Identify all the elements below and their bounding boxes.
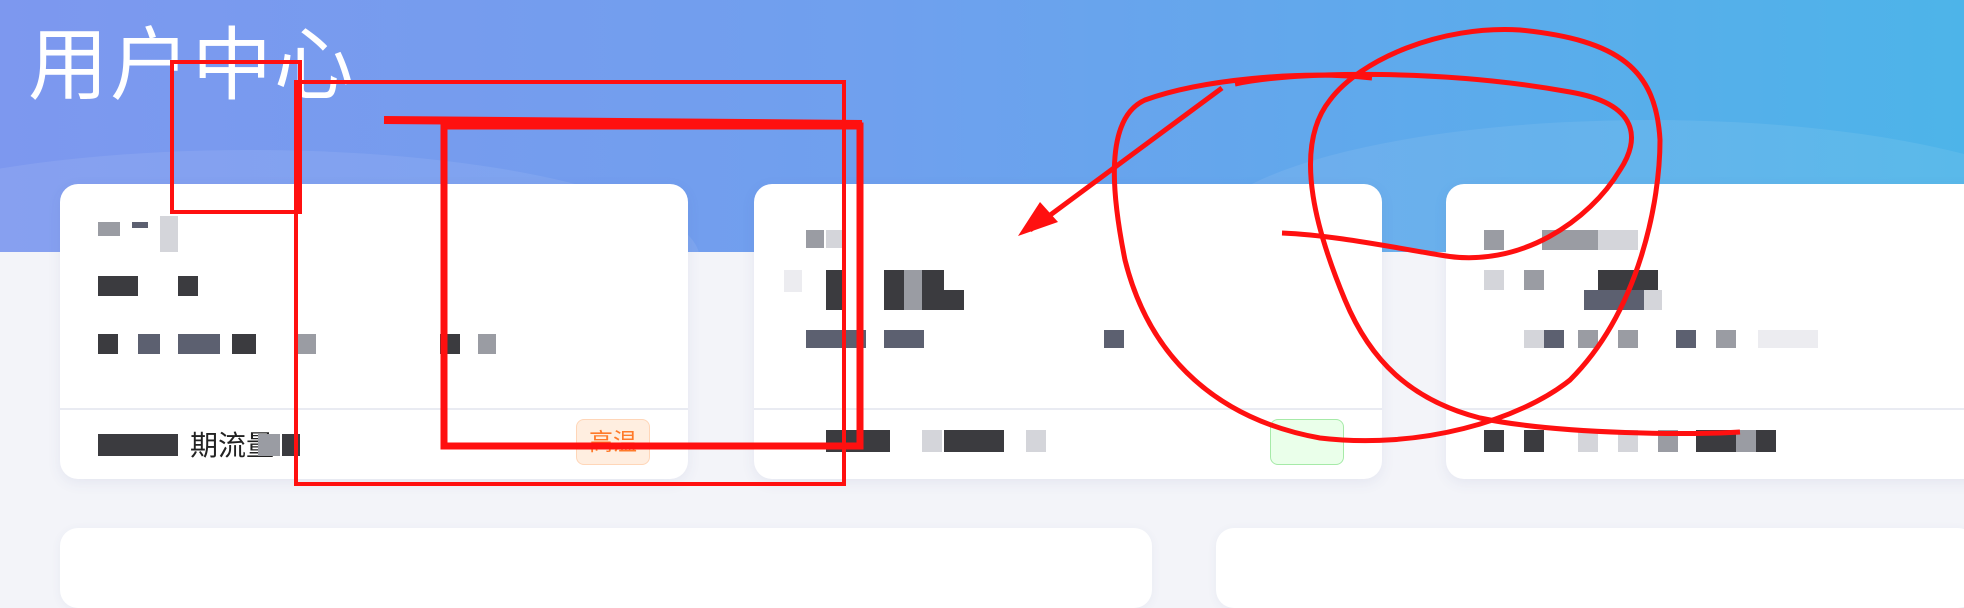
redacted-text — [784, 270, 802, 292]
redacted-text — [1584, 290, 1644, 310]
redacted-text — [1618, 430, 1638, 452]
redacted-text — [258, 434, 280, 456]
redacted-text — [1484, 270, 1504, 290]
redacted-text — [1676, 330, 1696, 348]
redacted-text — [440, 334, 460, 354]
redacted-text — [826, 230, 844, 248]
redacted-text — [826, 430, 890, 452]
redacted-text — [98, 434, 178, 456]
redacted-text — [132, 222, 148, 228]
redacted-text — [1524, 270, 1544, 290]
status-badge: 高温 — [576, 419, 650, 465]
redacted-text — [806, 330, 866, 348]
redacted-text — [178, 276, 198, 296]
redacted-text — [98, 222, 120, 236]
redacted-text — [922, 270, 944, 310]
redacted-text — [884, 330, 924, 348]
card-divider — [60, 408, 688, 410]
redacted-text — [138, 334, 160, 354]
redacted-text — [922, 430, 942, 452]
redacted-text — [298, 334, 316, 354]
bottom-card-left[interactable] — [60, 528, 1152, 608]
redacted-text — [478, 334, 496, 354]
redacted-text — [1618, 330, 1638, 348]
redacted-text — [1542, 230, 1598, 250]
redacted-text — [1644, 290, 1662, 310]
redacted-text — [1598, 270, 1638, 290]
redacted-text — [1756, 430, 1776, 452]
stat-card-2[interactable] — [754, 184, 1382, 479]
redacted-text — [1598, 230, 1638, 250]
redacted-text — [160, 216, 178, 252]
stat-card-1[interactable]: 期流量 高温 — [60, 184, 688, 479]
redacted-text — [1524, 330, 1544, 348]
redacted-text — [1104, 330, 1124, 348]
redacted-text — [1578, 330, 1598, 348]
redacted-text — [944, 290, 964, 310]
redacted-text — [1758, 330, 1818, 348]
redacted-text — [1638, 270, 1658, 290]
redacted-text — [1524, 430, 1544, 452]
redacted-text — [806, 230, 824, 248]
redacted-text — [98, 276, 138, 296]
redacted-text — [1484, 430, 1504, 452]
redacted-text — [1716, 330, 1736, 348]
page-title: 用户中心 — [28, 19, 356, 112]
redacted-text — [944, 430, 1004, 452]
redacted-text — [1658, 430, 1678, 452]
bottom-card-right[interactable] — [1216, 528, 1964, 608]
redacted-text — [826, 270, 846, 310]
redacted-text — [904, 270, 922, 310]
stat-card-3[interactable] — [1446, 184, 1964, 479]
redacted-text — [178, 334, 220, 354]
redacted-text — [1484, 230, 1504, 250]
redacted-text — [1736, 430, 1756, 452]
redacted-text — [1696, 430, 1736, 452]
redacted-text — [282, 434, 300, 456]
redacted-text — [232, 334, 256, 354]
redacted-text — [884, 270, 904, 310]
redacted-text — [1544, 330, 1564, 348]
card-divider — [1446, 408, 1964, 410]
status-badge — [1270, 419, 1344, 465]
redacted-text — [98, 334, 118, 354]
card-divider — [754, 408, 1382, 410]
redacted-text — [1578, 430, 1598, 452]
redacted-text — [1026, 430, 1046, 452]
